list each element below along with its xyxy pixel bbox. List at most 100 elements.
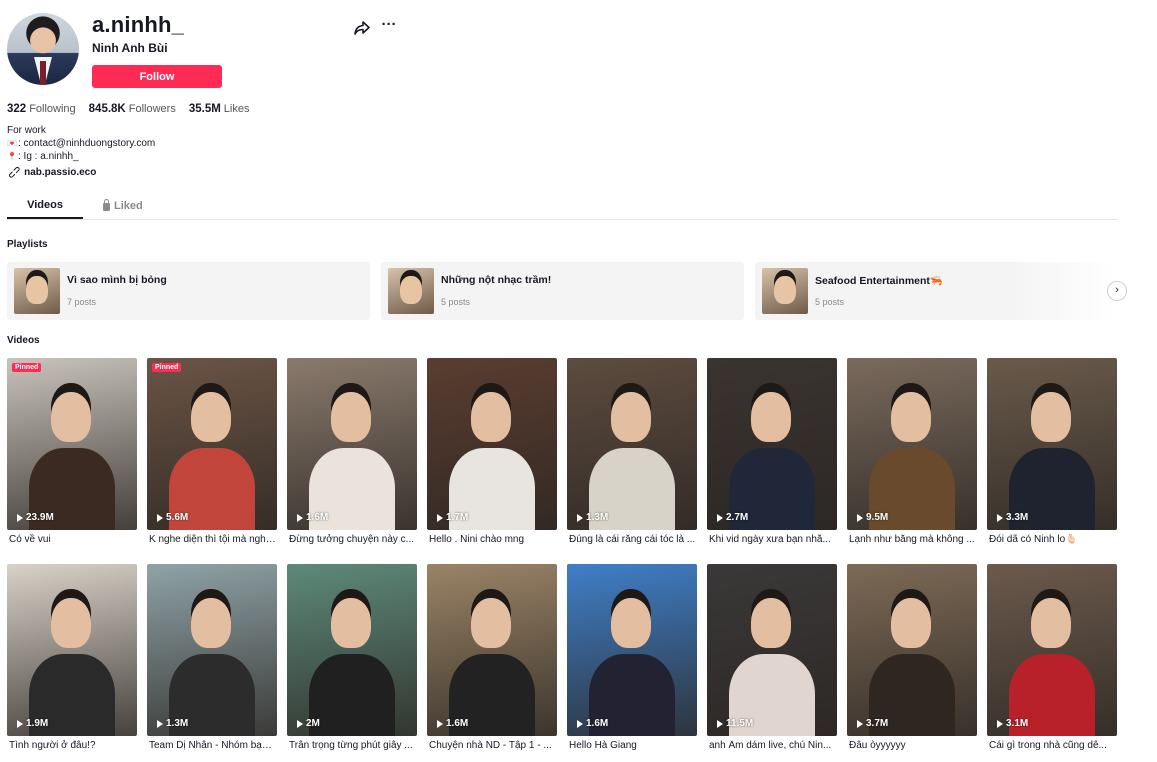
view-count-text: 11.5M <box>726 718 754 729</box>
video-thumbnail[interactable]: 2M <box>287 564 417 736</box>
video-caption[interactable]: Khi vid ngày xưa bạn nhắ... <box>709 534 837 545</box>
video-card[interactable]: 1.6M Hello Hà Giang <box>567 564 697 754</box>
video-thumbnail[interactable]: 1.9M <box>7 564 137 736</box>
video-card[interactable]: 1.6M Đừng tưởng chuyện này c... <box>287 358 417 548</box>
video-caption[interactable]: Cái gì trong nhà cũng dê... <box>989 740 1117 751</box>
video-card[interactable]: 2.7M Khi vid ngày xưa bạn nhắ... <box>707 358 837 548</box>
playlist-title: Những nột nhạc trầm! <box>441 274 552 286</box>
video-caption[interactable]: Tình người ở đâu!? <box>9 740 137 751</box>
view-count: 1.3M <box>577 512 608 523</box>
view-count: 11.5M <box>717 718 753 729</box>
playlist-count: 5 posts <box>815 297 845 307</box>
playlist-card[interactable]: Những nột nhạc trầm! 5 posts <box>381 262 744 320</box>
video-caption[interactable]: Đói dã có Ninh lo🫰🏻 <box>989 534 1117 545</box>
video-person-head <box>331 598 371 648</box>
video-thumbnail[interactable]: 1.6M <box>287 358 417 530</box>
video-caption[interactable]: anh Âm dám live, chú Nin... <box>709 740 837 751</box>
video-card[interactable]: Pinned 5.6M K nghe diện thì tội mà nghe... <box>147 358 277 548</box>
video-caption[interactable]: Đừng tưởng chuyện này c... <box>289 534 417 545</box>
video-card[interactable]: 1.7M Hello . Nini chào mng <box>427 358 557 548</box>
video-thumbnail[interactable]: 1.7M <box>427 358 557 530</box>
pinned-badge: Pinned <box>12 363 42 372</box>
profile-stats: 322 Following 845.8K Followers 35.5M Likes <box>7 103 249 115</box>
video-caption[interactable]: K nghe diện thì tội mà nghe... <box>149 534 277 545</box>
video-thumbnail[interactable]: 2.7M <box>707 358 837 530</box>
stat-following[interactable]: 322 Following <box>7 103 76 115</box>
lock-icon <box>103 199 110 211</box>
play-icon <box>437 719 443 728</box>
video-thumbnail[interactable]: 3.7M <box>847 564 977 736</box>
video-thumbnail[interactable]: 3.1M <box>987 564 1117 736</box>
follow-button[interactable]: Follow <box>92 65 222 88</box>
video-thumbnail[interactable]: Pinned 23.9M <box>7 358 137 530</box>
share-icon[interactable] <box>353 19 371 37</box>
video-thumbnail[interactable]: 1.6M <box>427 564 557 736</box>
play-icon <box>717 513 723 522</box>
video-caption[interactable]: Hello Hà Giang <box>569 740 697 751</box>
play-icon <box>297 719 303 728</box>
profile-tabs: Videos Liked <box>7 193 1117 220</box>
video-thumbnail[interactable]: Pinned 5.6M <box>147 358 277 530</box>
profile-bio: For work 💌: contact@ninhduongstory.com 📍… <box>7 124 155 163</box>
stat-label: Likes <box>223 103 250 115</box>
video-thumbnail[interactable]: 1.6M <box>567 564 697 736</box>
video-thumbnail[interactable]: 1.3M <box>567 358 697 530</box>
view-count: 9.5M <box>857 512 888 523</box>
video-person-head <box>191 392 231 442</box>
stat-followers[interactable]: 845.8K Followers <box>89 103 176 115</box>
tab-label: Liked <box>114 200 143 212</box>
playlist-count: 7 posts <box>67 297 97 307</box>
video-caption[interactable]: Hello . Nini chào mng <box>429 534 557 545</box>
view-count-text: 3.7M <box>866 718 889 729</box>
video-thumbnail[interactable]: 9.5M <box>847 358 977 530</box>
playlist-card[interactable]: Seafood Entertainment🦐 5 posts <box>755 262 1117 320</box>
video-thumbnail[interactable]: 1.3M <box>147 564 277 736</box>
video-caption[interactable]: Chuyện nhà ND - Tập 1 - ... <box>429 740 557 751</box>
video-caption[interactable]: Lạnh như băng mà không ... <box>849 534 977 545</box>
video-thumbnail[interactable]: 11.5M <box>707 564 837 736</box>
view-count-text: 1.7M <box>446 512 469 523</box>
video-card[interactable]: 11.5M anh Âm dám live, chú Nin... <box>707 564 837 754</box>
more-options-icon[interactable]: ··· <box>380 17 398 36</box>
playlist-count: 5 posts <box>441 297 471 307</box>
tab-videos[interactable]: Videos <box>7 193 83 219</box>
profile-avatar[interactable] <box>7 13 79 85</box>
video-caption[interactable]: Trân trọng từng phút giây ... <box>289 740 417 751</box>
playlist-card[interactable]: Vì sao mình bị bỏng 7 posts <box>7 262 370 320</box>
video-card[interactable]: 1.9M Tình người ở đâu!? <box>7 564 137 754</box>
video-card[interactable]: 3.3M Đói dã có Ninh lo🫰🏻 <box>987 358 1117 548</box>
video-card[interactable]: 3.1M Cái gì trong nhà cũng dê... <box>987 564 1117 754</box>
view-count: 1.6M <box>437 718 468 729</box>
video-person-head <box>611 598 651 648</box>
play-icon <box>577 513 583 522</box>
view-count: 2.7M <box>717 512 748 523</box>
video-person-head <box>471 598 511 648</box>
playlist-next-button[interactable]: › <box>1107 281 1127 301</box>
video-card[interactable]: 1.6M Chuyện nhà ND - Tập 1 - ... <box>427 564 557 754</box>
video-card[interactable]: 1.3M Đúng là cái răng cái tóc là ... <box>567 358 697 548</box>
play-icon <box>857 513 863 522</box>
playlist-thumbnail <box>388 268 434 314</box>
video-card[interactable]: Pinned 23.9M Có về vui <box>7 358 137 548</box>
play-icon <box>297 513 303 522</box>
view-count: 1.9M <box>17 718 48 729</box>
video-caption[interactable]: Team Dị Nhân - Nhóm bạn ... <box>149 740 277 751</box>
profile-link[interactable]: ⊂⊃ nab.passio.eco <box>5 163 96 181</box>
pinned-badge: Pinned <box>152 363 182 372</box>
view-count: 5.6M <box>157 512 188 523</box>
video-card[interactable]: 3.7M Đâu òyyyyyy <box>847 564 977 754</box>
play-icon <box>157 719 163 728</box>
tab-liked[interactable]: Liked <box>103 193 143 219</box>
bio-line: 📍: Ig : a.ninhh_ <box>7 150 155 163</box>
video-card[interactable]: 2M Trân trọng từng phút giây ... <box>287 564 417 754</box>
video-thumbnail[interactable]: 3.3M <box>987 358 1117 530</box>
video-caption[interactable]: Đúng là cái răng cái tóc là ... <box>569 534 697 545</box>
video-card[interactable]: 1.3M Team Dị Nhân - Nhóm bạn ... <box>147 564 277 754</box>
view-count-text: 1.9M <box>26 718 49 729</box>
video-caption[interactable]: Có về vui <box>9 534 137 545</box>
video-card[interactable]: 9.5M Lạnh như băng mà không ... <box>847 358 977 548</box>
video-person-head <box>1031 598 1071 648</box>
video-caption[interactable]: Đâu òyyyyyy <box>849 740 977 751</box>
stat-value: 35.5M <box>188 103 221 115</box>
video-person-head <box>331 392 371 442</box>
